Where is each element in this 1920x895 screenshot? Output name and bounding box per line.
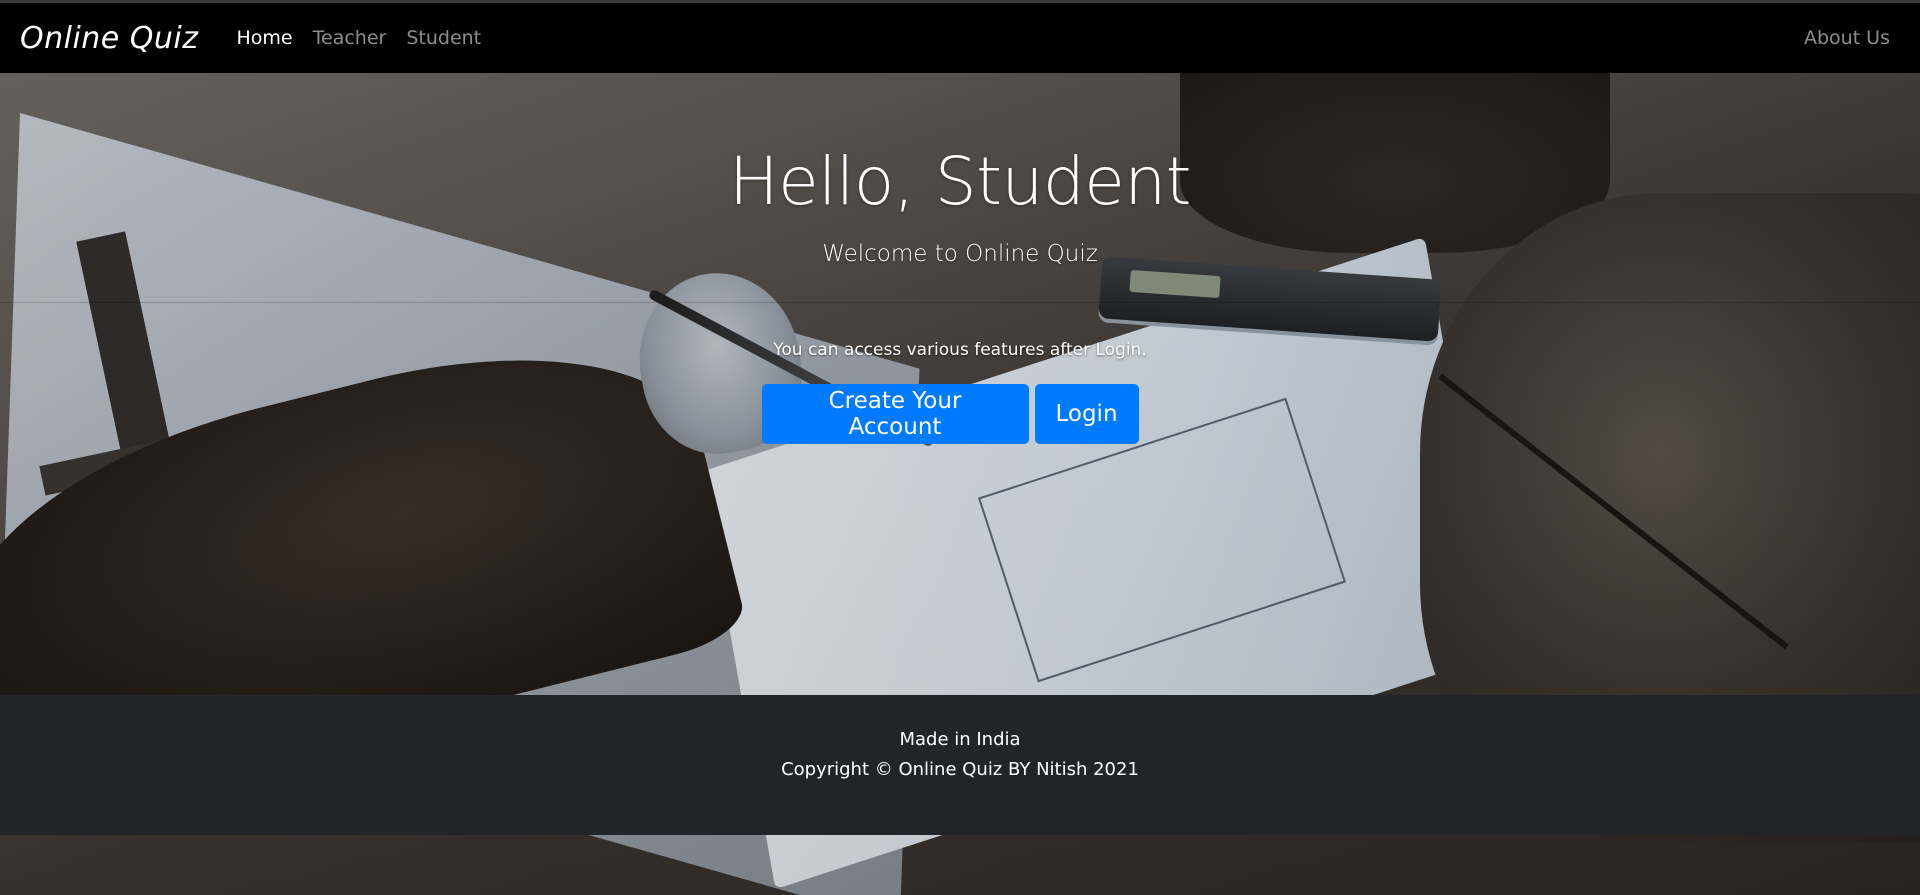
hero-title: Hello, Student [728,143,1192,220]
hero-section: Hello, Student Welcome to Online Quiz Yo… [0,73,1920,695]
hero-lead-text: You can access various features after Lo… [773,340,1147,360]
nav-link-home[interactable]: Home [237,27,293,49]
hero-button-row: Create Your Account Login [0,384,1920,444]
brand-logo[interactable]: Online Quiz [20,21,199,56]
nav-link-teacher[interactable]: Teacher [313,27,387,49]
footer: Made in India Copyright © Online Quiz BY… [0,695,1920,835]
navbar: Online Quiz Home Teacher Student About U… [0,3,1920,73]
hero-divider [0,302,1920,303]
footer-made-in: Made in India [899,729,1021,750]
create-account-button[interactable]: Create Your Account [761,384,1029,444]
hero-subtitle: Welcome to Online Quiz [822,241,1098,267]
nav-links: Home Teacher Student [237,27,502,49]
nav-link-about-us[interactable]: About Us [1804,3,1890,73]
login-button[interactable]: Login [1034,384,1139,444]
footer-copyright: Copyright © Online Quiz BY Nitish 2021 [781,759,1139,780]
nav-link-student[interactable]: Student [406,27,481,49]
